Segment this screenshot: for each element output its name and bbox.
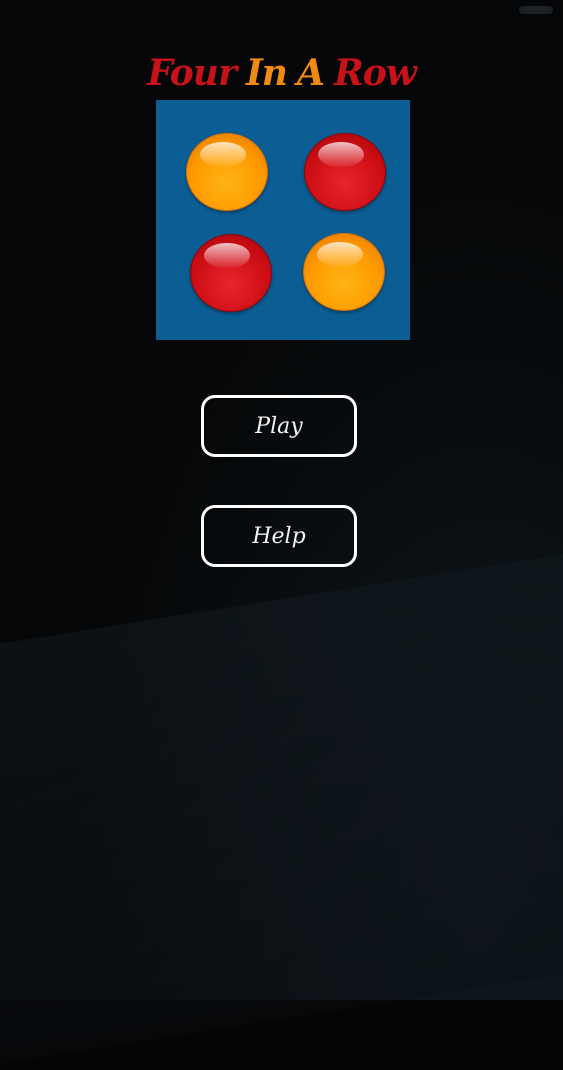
play-button[interactable]: Play — [201, 395, 357, 457]
title-word-a: A — [296, 52, 325, 94]
game-title: Four In A Row — [0, 48, 563, 98]
help-button[interactable]: Help — [201, 505, 357, 567]
red-disc-icon — [304, 133, 386, 211]
logo-board — [156, 100, 410, 340]
title-word-row: Row — [333, 52, 417, 94]
orange-disc-icon — [303, 233, 385, 311]
red-disc-icon — [190, 234, 272, 312]
status-indicator — [519, 6, 553, 14]
title-word-four: Four — [147, 52, 237, 94]
orange-disc-icon — [186, 133, 268, 211]
title-word-in: In — [245, 52, 288, 94]
